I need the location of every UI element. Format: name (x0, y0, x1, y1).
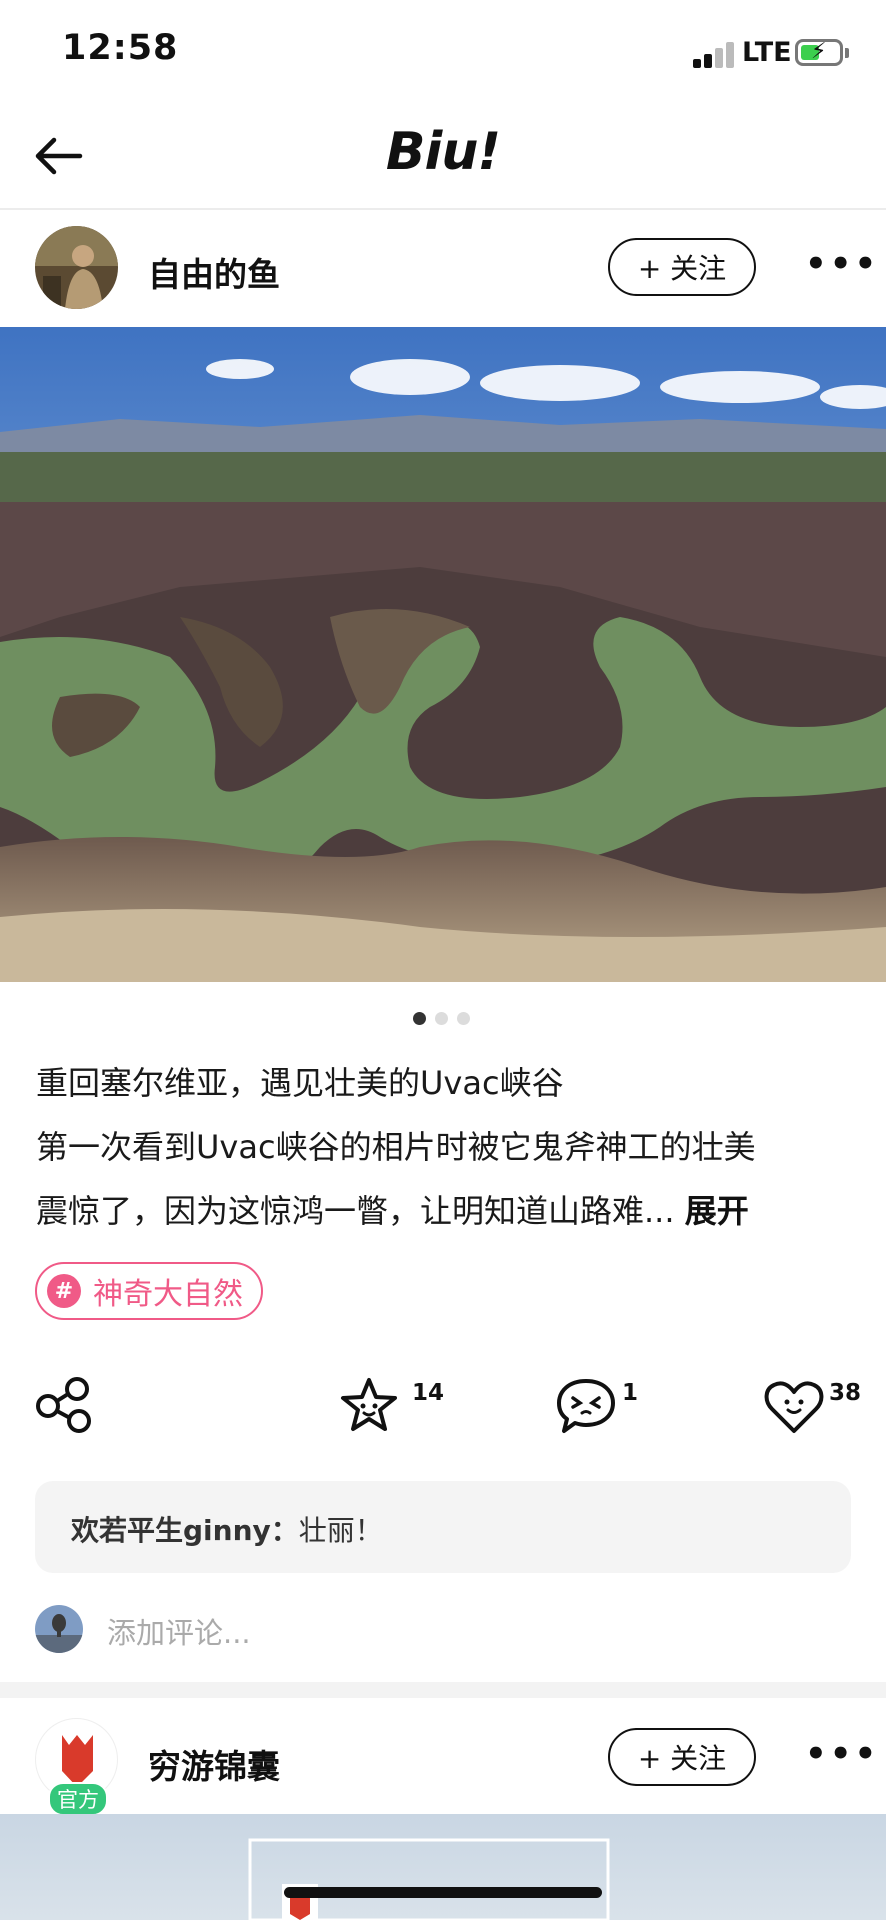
comment-line: 欢若平生ginny：壮丽！ (71, 1509, 383, 1549)
home-indicator[interactable] (284, 1887, 602, 1898)
topic-tag[interactable]: # 神奇大自然 (35, 1262, 263, 1320)
follow-button-2[interactable]: + 关注 (608, 1728, 756, 1786)
battery-icon: ⚡ (795, 39, 843, 66)
carousel-indicator (413, 1012, 473, 1026)
battery-cap (845, 48, 849, 58)
post-title: 重回塞尔维亚，遇见壮美的Uvac峡谷 (36, 1064, 564, 1102)
comment-count: 1 (622, 1380, 639, 1406)
share-icon[interactable] (35, 1376, 95, 1434)
network-type: LTE (742, 37, 792, 68)
username-2[interactable]: 穷游锦囊 (148, 1740, 280, 1788)
cellular-signal-icon (693, 38, 737, 68)
app-logo: Biu! (385, 122, 501, 182)
post-photo[interactable] (0, 327, 886, 982)
more-options-icon-2[interactable]: ••• (805, 1734, 879, 1774)
comment-text: 壮丽！ (298, 1514, 383, 1547)
post-separator (0, 1682, 886, 1698)
add-comment-input[interactable]: 添加评论... (107, 1610, 251, 1652)
status-time: 12:58 (62, 28, 179, 68)
collect-count: 14 (412, 1380, 445, 1406)
collect-star-icon[interactable] (338, 1376, 400, 1436)
comment-bubble-icon[interactable] (555, 1376, 617, 1436)
avatar[interactable] (35, 226, 118, 309)
comment-author: 欢若平生ginny： (71, 1514, 299, 1547)
more-options-icon[interactable]: ••• (805, 244, 879, 284)
follow-button[interactable]: + 关注 (608, 238, 756, 296)
official-badge: 官方 (48, 1782, 108, 1816)
topic-tag-label: 神奇大自然 (93, 1277, 243, 1312)
username[interactable]: 自由的鱼 (148, 248, 280, 296)
post-photo-2[interactable] (0, 1814, 886, 1920)
expand-link[interactable]: 展开 (685, 1192, 749, 1230)
like-heart-icon[interactable] (763, 1378, 825, 1436)
nav-divider (0, 208, 886, 210)
post-body-line-2: 震惊了，因为这惊鸿一瞥，让明知道山路难... 展开 (36, 1186, 749, 1232)
post-body-excerpt: 震惊了，因为这惊鸿一瞥，让明知道山路难... (36, 1192, 675, 1230)
like-count: 38 (829, 1380, 862, 1406)
comment-preview[interactable]: 欢若平生ginny：壮丽！ (35, 1481, 851, 1573)
hashtag-icon: # (47, 1274, 81, 1308)
my-avatar (35, 1605, 83, 1653)
post-body-line-1: 第一次看到Uvac峡谷的相片时被它鬼斧神工的壮美 (36, 1128, 756, 1166)
